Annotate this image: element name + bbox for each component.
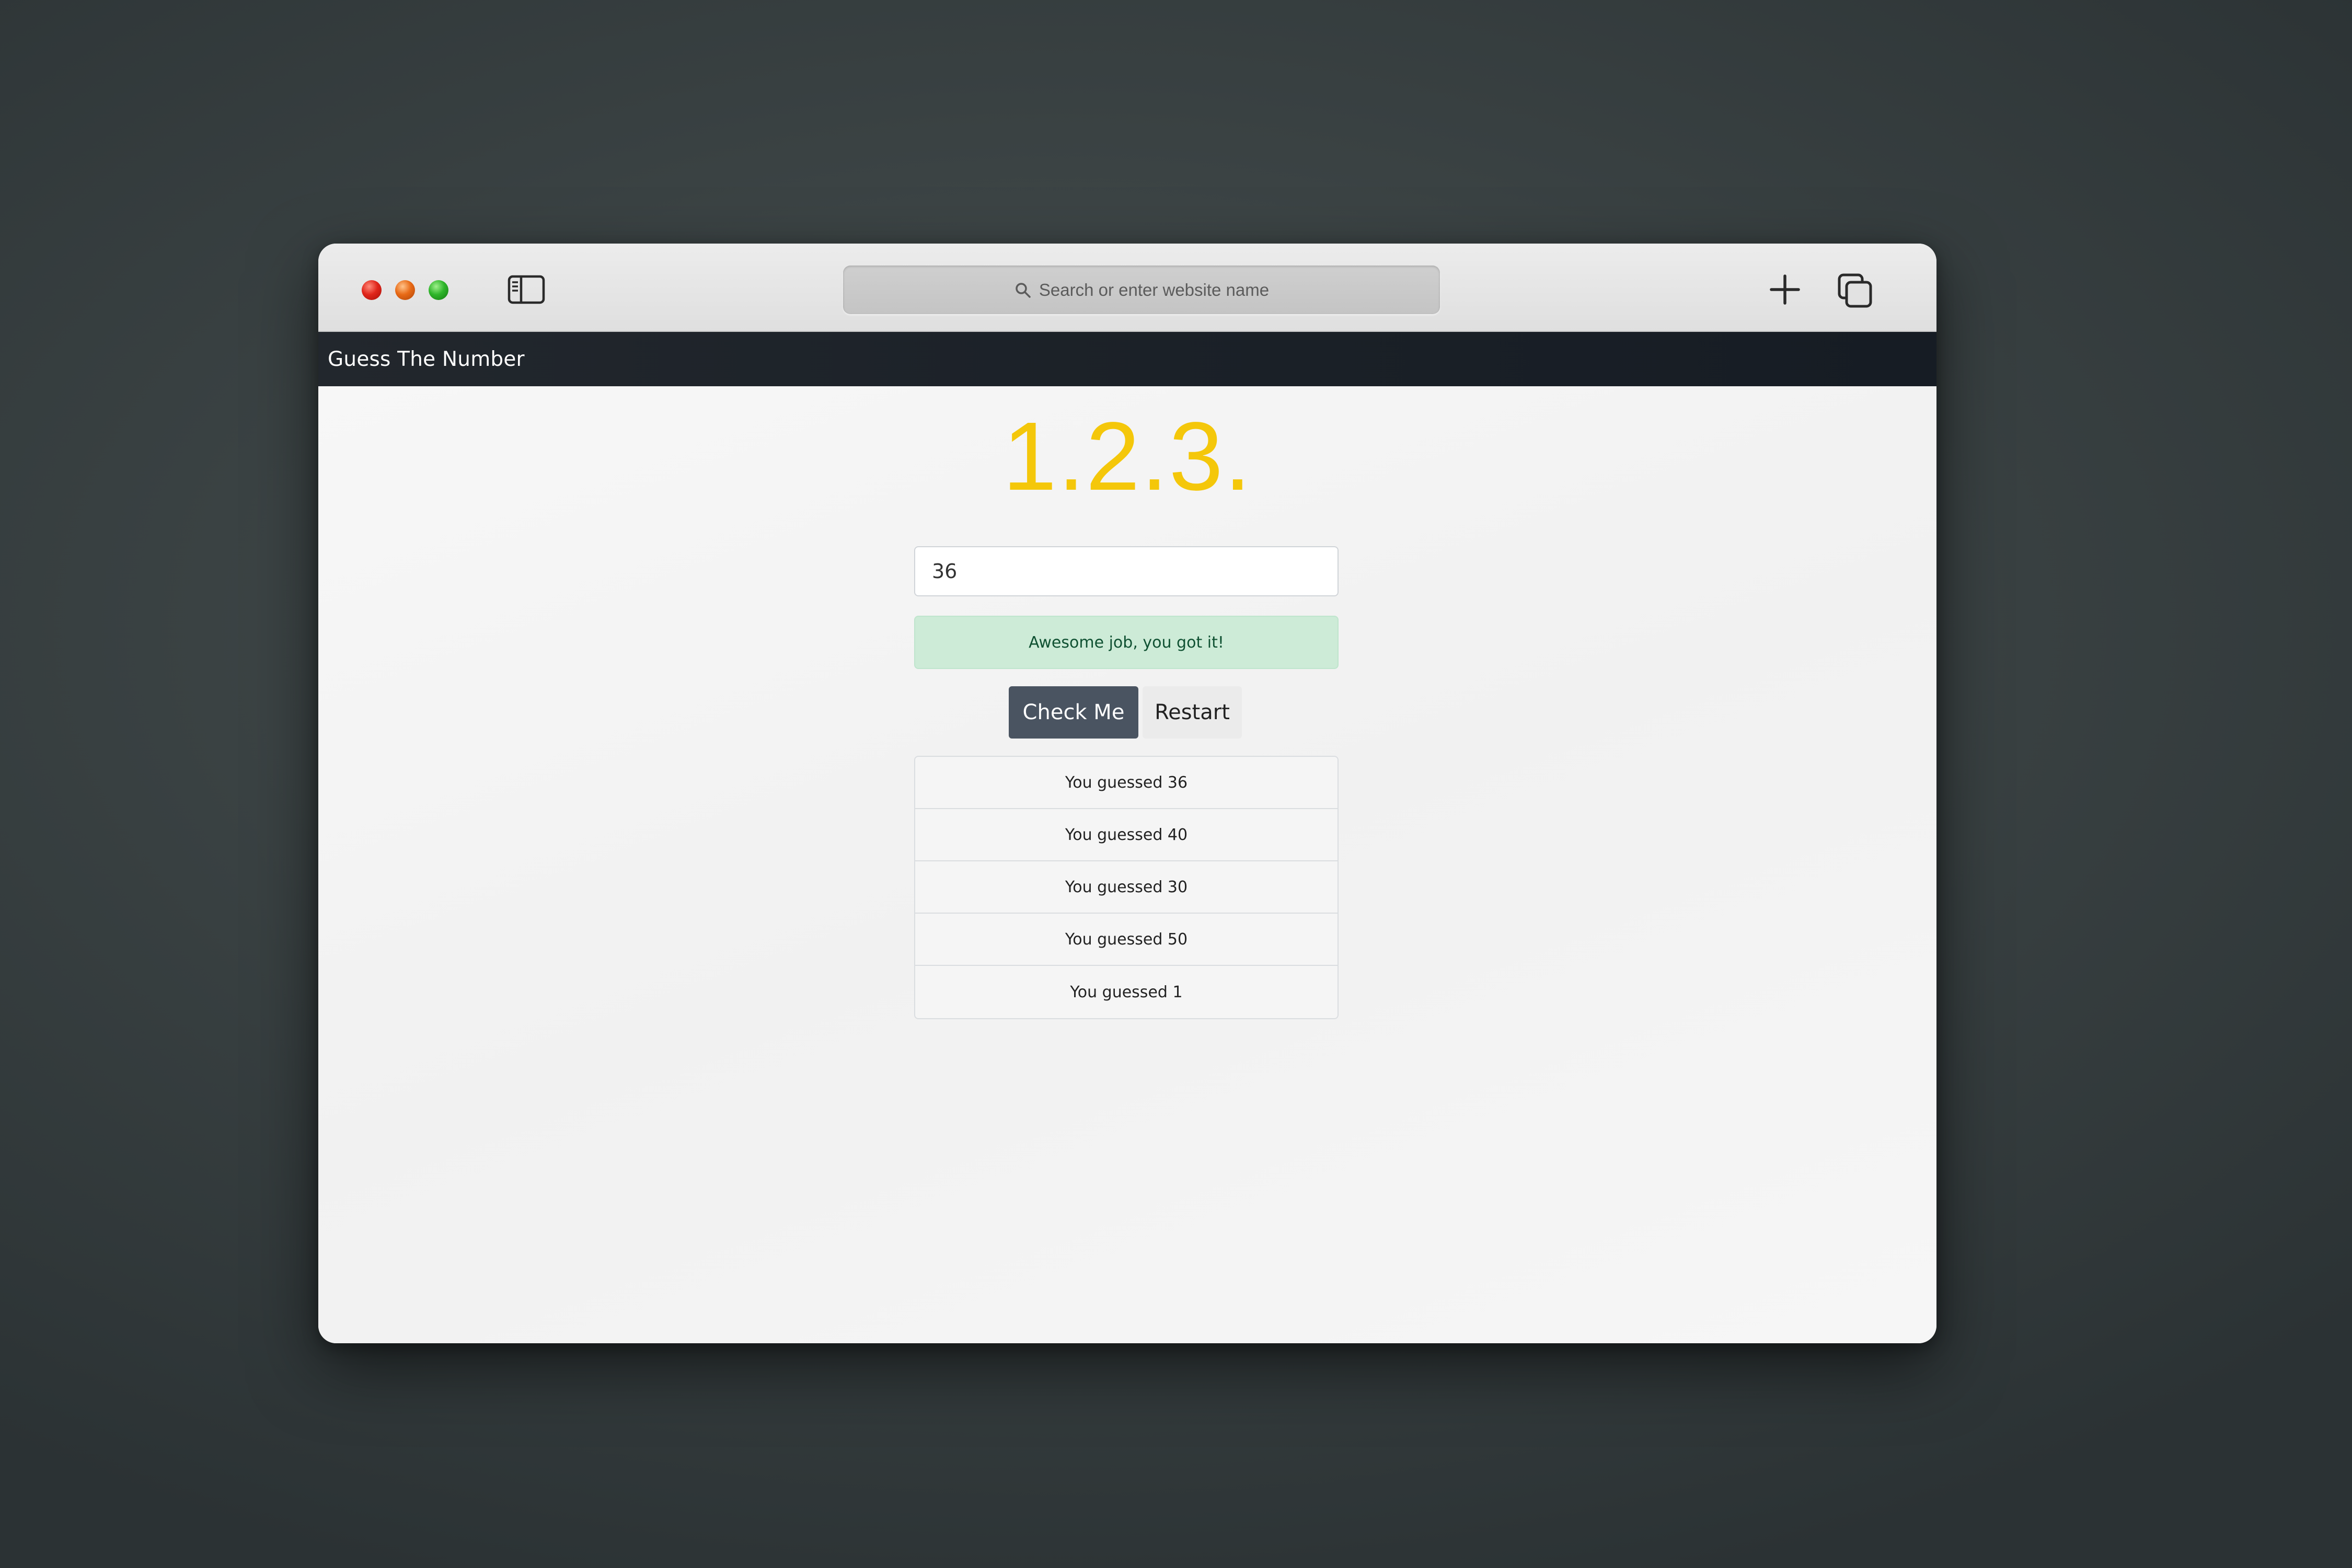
success-alert: Awesome job, you got it! — [914, 616, 1339, 669]
search-icon — [1016, 282, 1031, 298]
guess-history-list: You guessed 36 You guessed 40 You guesse… — [914, 756, 1339, 1019]
guess-input[interactable] — [914, 546, 1339, 596]
app-navbar: Guess The Number — [318, 332, 1936, 386]
restart-button[interactable]: Restart — [1143, 686, 1242, 739]
sidebar-icon[interactable] — [508, 275, 545, 304]
guess-list-item: You guessed 36 — [915, 757, 1338, 809]
app-title[interactable]: Guess The Number — [328, 348, 525, 371]
zoom-window-button[interactable] — [429, 280, 448, 300]
browser-window: Search or enter website name Guess The N… — [318, 244, 1936, 1343]
guess-list-item: You guessed 1 — [1070, 983, 1183, 1001]
guess-list-item: You guessed 40 — [915, 809, 1338, 861]
address-placeholder: Search or enter website name — [1039, 280, 1270, 299]
page-content: 1.2.3. Awesome job, you got it! Check Me… — [318, 386, 1936, 1343]
guess-list-item: You guessed 50 — [915, 914, 1338, 966]
minimize-window-button[interactable] — [395, 280, 415, 300]
guess-list-item: You guessed 30 — [915, 861, 1338, 914]
browser-toolbar: Search or enter website name — [318, 244, 1936, 332]
secret-number-display: 1.2.3. — [1002, 402, 1252, 511]
new-tab-icon[interactable] — [1768, 273, 1802, 306]
tabs-overview-icon[interactable] — [1837, 273, 1874, 309]
close-window-button[interactable] — [362, 280, 382, 300]
address-bar[interactable]: Search or enter website name — [843, 266, 1440, 314]
check-me-button[interactable]: Check Me — [1009, 686, 1138, 739]
